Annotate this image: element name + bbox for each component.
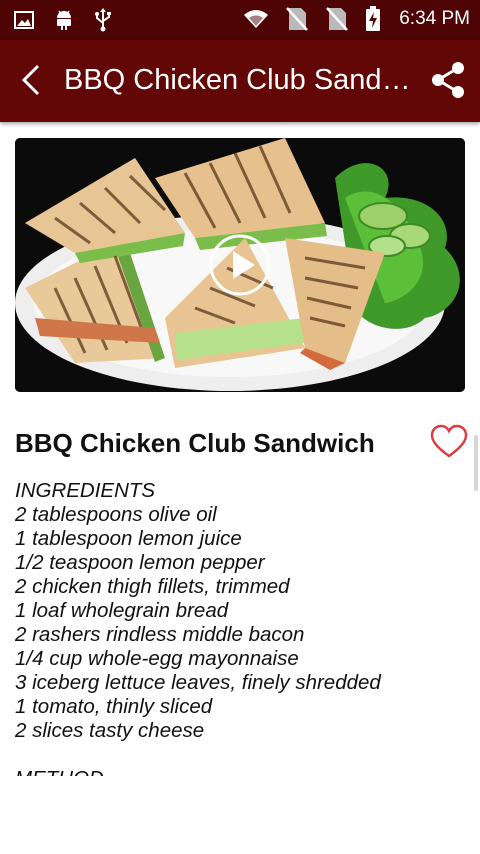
ingredient-item: 1/2 teaspoon lemon pepper	[15, 551, 265, 574]
app-bar-title: BBQ Chicken Club Sandwich	[64, 64, 414, 96]
scrollbar[interactable]	[474, 435, 478, 491]
ingredient-item: 1 tablespoon lemon juice	[15, 527, 242, 550]
heart-outline-icon[interactable]	[430, 424, 468, 460]
section-heading-method: METHOD	[15, 767, 465, 776]
battery-charging-icon	[366, 6, 381, 31]
ingredient-item: 1 loaf wholegrain bread	[15, 599, 229, 622]
share-icon[interactable]	[428, 60, 468, 100]
status-time: 6:34 PM	[399, 8, 470, 29]
play-icon[interactable]	[208, 233, 272, 297]
android-icon	[57, 10, 71, 30]
section-heading-ingredients: INGREDIENTS	[15, 479, 156, 502]
ingredient-item: 2 tablespoons olive oil	[15, 503, 217, 526]
no-sim-icon	[326, 7, 349, 31]
wifi-icon	[244, 10, 269, 28]
ingredient-item: 2 chicken thigh fillets, trimmed	[15, 575, 290, 598]
ingredient-item: 1/4 cup whole-egg mayonnaise	[15, 647, 299, 670]
back-arrow-icon[interactable]	[14, 60, 50, 100]
no-sim-icon	[286, 7, 309, 31]
ingredient-item: 3 iceberg lettuce leaves, finely shredde…	[15, 671, 381, 694]
ingredient-item: 2 slices tasty cheese	[15, 719, 205, 742]
image-icon	[14, 11, 34, 29]
status-bar: 6:34 PM	[0, 0, 480, 40]
recipe-content: INGREDIENTS 2 tablespoons olive oil 1 ta…	[15, 479, 465, 776]
app-bar: BBQ Chicken Club Sandwich	[0, 40, 480, 122]
usb-icon	[95, 8, 111, 32]
recipe-title: BBQ Chicken Club Sandwich	[15, 428, 375, 458]
ingredient-item: 1 tomato, thinly sliced	[15, 695, 213, 718]
ingredient-item: 2 rashers rindless middle bacon	[15, 623, 305, 646]
